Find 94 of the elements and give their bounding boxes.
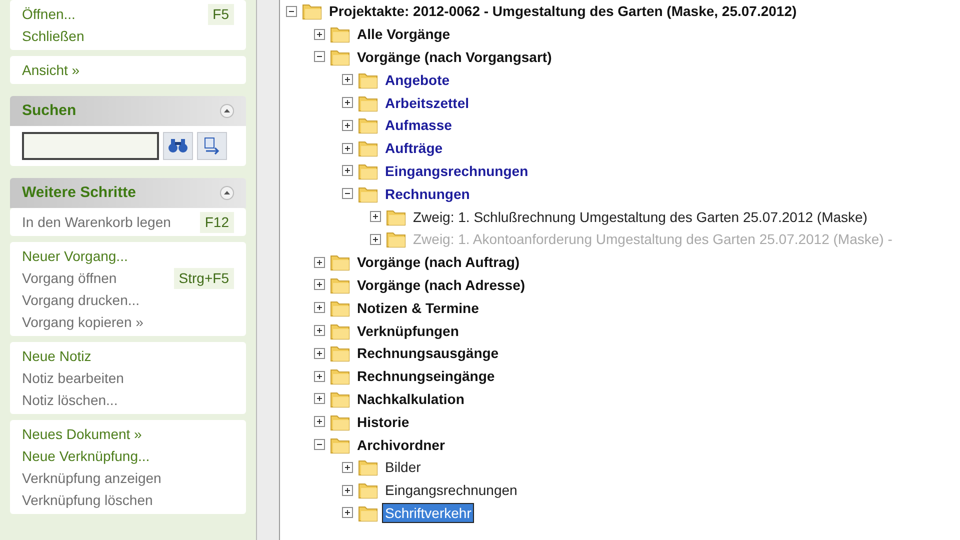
tree-item[interactable]: Bilder [383,458,423,476]
tree-item[interactable]: Nachkalkulation [355,390,466,408]
menu-link[interactable]: Verknüpfung anzeigen [22,468,162,488]
menu-link[interactable]: Vorgang drucken... [22,290,140,310]
tree-item[interactable]: Alle Vorgänge [355,25,452,44]
section-title: Weitere Schritte [22,182,136,203]
expand-icon[interactable] [342,462,353,473]
collapse-icon[interactable] [220,104,234,118]
folder-icon [358,139,378,158]
menu-link[interactable]: In den Warenkorb legen [22,212,171,232]
tree-item[interactable]: Aufmasse [383,116,454,134]
menu-link[interactable]: Vorgang kopieren » [22,312,144,332]
folder-icon [302,2,322,20]
folder-icon [330,253,350,272]
tree-item[interactable]: Projektakte: 2012-0062 - Umgestaltung des Garten (Maske, 25.07.2012) [327,2,799,20]
tree-item[interactable]: Vorgänge (nach Vorgangsart) [355,48,554,66]
expand-icon[interactable] [342,97,353,108]
folder-icon [330,48,350,66]
menu-link[interactable]: Notiz löschen... [22,390,118,410]
expand-icon[interactable] [314,256,325,268]
menu-link[interactable]: Neues Dokument » [22,424,142,444]
collapse-icon[interactable] [314,51,325,62]
folder-icon [358,504,378,522]
expand-icon[interactable] [314,370,325,382]
menu-link[interactable]: Vorgang öffnen [22,268,117,288]
folder-icon [358,70,378,89]
folder-icon [358,162,378,180]
folder-icon [330,436,350,454]
expand-icon[interactable] [314,302,325,314]
menu-link[interactable]: Verknüpfung löschen [22,490,153,510]
folder-icon [358,481,378,500]
search-field[interactable] [22,132,159,160]
tree-item[interactable]: Zweig: 1. Schlußrechnung Umgestaltung des Garten 25.07.2012 (Maske) [411,208,870,226]
search-button[interactable] [163,132,193,160]
section-title: Suchen [22,100,76,121]
collapse-icon[interactable] [220,186,234,200]
tree-item[interactable]: Angebote [383,70,452,89]
tree-item[interactable]: Notizen & Termine [355,298,481,317]
menu-link[interactable]: Neue Verknüpfung... [22,446,150,466]
expand-icon[interactable] [314,416,325,428]
tree-item[interactable]: Eingangsrechnungen [383,481,520,500]
tree-item[interactable]: Arbeitszettel [383,94,472,112]
expand-icon[interactable] [314,28,325,40]
shortcut-label: F5 [208,4,234,24]
expand-icon[interactable] [342,507,353,518]
expand-icon[interactable] [314,348,325,359]
tree-item[interactable]: Rechnungen [383,184,472,203]
expand-icon[interactable] [314,279,325,290]
collapse-icon[interactable] [314,439,325,450]
shortcut-label: Strg+F5 [174,268,234,288]
folder-icon [358,116,378,134]
tree-item[interactable]: Vorgänge (nach Auftrag) [355,253,522,272]
collapse-icon[interactable] [342,188,353,200]
folder-icon [330,367,350,386]
expand-icon[interactable] [342,74,353,86]
expand-icon[interactable] [314,393,325,404]
find-arrow-icon [202,137,222,155]
search-next-button[interactable] [197,132,227,160]
folder-icon [358,458,378,476]
folder-icon [386,230,406,248]
binoculars-icon [168,138,188,154]
collapse-icon[interactable] [286,6,297,17]
tree-item[interactable]: Vorgänge (nach Adresse) [355,276,528,294]
shortcut-label: F12 [200,212,234,232]
menu-link[interactable]: Schließen [22,26,84,46]
tree-item[interactable]: Rechnungsausgänge [355,344,501,362]
expand-icon[interactable] [342,165,353,176]
folder-icon [386,208,406,226]
folder-icon [358,184,378,203]
folder-icon [330,276,350,294]
menu-link[interactable]: Notiz bearbeiten [22,368,124,388]
menu-link[interactable]: Neue Notiz [22,346,92,366]
tree-item[interactable]: Eingangsrechnungen [383,162,530,180]
tree-item[interactable]: Historie [355,412,412,431]
folder-icon [358,94,378,112]
folder-icon [330,298,350,317]
tree-item[interactable]: Archivordner [355,436,447,454]
folder-icon [330,322,350,340]
tree-item[interactable]: Rechnungseingänge [355,367,497,386]
folder-icon [330,25,350,44]
expand-icon[interactable] [342,142,353,154]
folder-icon [330,412,350,431]
tree-item[interactable]: Aufträge [383,139,445,158]
expand-icon[interactable] [314,325,325,336]
menu-link[interactable]: Ansicht » [22,60,80,80]
expand-icon[interactable] [342,120,353,131]
folder-icon [330,344,350,362]
expand-icon[interactable] [370,211,381,222]
menu-link[interactable]: Neuer Vorgang... [22,246,128,266]
tree-item[interactable]: Verknüpfungen [355,322,461,340]
menu-link[interactable]: Öffnen... [22,4,76,24]
tree-item[interactable]: Schriftverkehr [383,504,474,522]
folder-icon [330,390,350,408]
expand-icon[interactable] [342,484,353,496]
